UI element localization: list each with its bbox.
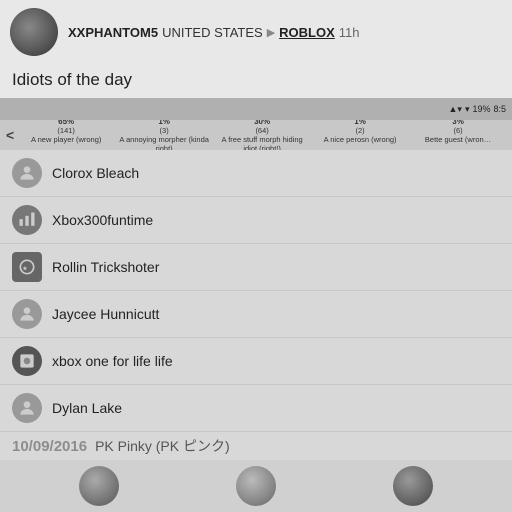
user-name-4: Jaycee Hunnicutt: [52, 306, 159, 322]
poll-count-3: (64): [215, 126, 309, 135]
avatar: [10, 8, 58, 56]
poll-options-bar: 65% (141) A new player (wrong) 1% (3) A …: [18, 120, 506, 150]
list-item[interactable]: xbox one for life life: [0, 338, 512, 385]
poll-count-5: (6): [411, 126, 505, 135]
clock: 8:5: [493, 104, 506, 114]
post-header: XXPHANTOM5 UNITED STATES ▶ ROBLOX 11h: [0, 0, 512, 64]
poll-option-4[interactable]: 1% (2) A nice perosn (wrong): [312, 120, 408, 150]
voters-list: Clorox Bleach Xbox300funtime ★ Rollin Tr…: [0, 150, 512, 432]
wifi-icon: ▾: [465, 104, 470, 115]
user-avatar-3: ★: [12, 252, 42, 282]
poll-navigation: < 65% (141) A new player (wrong) 1% (3) …: [0, 120, 512, 150]
bottom-avatar-2[interactable]: [236, 466, 276, 506]
status-bar: ▲▾ ▾ 19% 8:5: [0, 98, 512, 120]
poll-label-2: A annoying morpher (kinda right): [117, 135, 211, 150]
poll-option-3[interactable]: 30% (64) A free stuff morph hiding idiot…: [214, 120, 310, 150]
back-button[interactable]: <: [6, 127, 14, 143]
user-name-5: xbox one for life life: [52, 353, 173, 369]
bottom-avatar-1[interactable]: [79, 466, 119, 506]
poll-label-1: A new player (wrong): [19, 135, 113, 144]
svg-text:★: ★: [22, 264, 28, 272]
list-item[interactable]: Jaycee Hunnicutt: [0, 291, 512, 338]
user-avatar-6: [12, 393, 42, 423]
poll-label-4: A nice perosn (wrong): [313, 135, 407, 144]
poll-count-2: (3): [117, 126, 211, 135]
user-avatar-2: [12, 205, 42, 235]
user-name-2: Xbox300funtime: [52, 212, 153, 228]
username: XXPHANTOM5: [68, 25, 158, 40]
battery-level: 19%: [472, 104, 490, 114]
location: UNITED STATES: [162, 25, 263, 40]
list-item[interactable]: Clorox Bleach: [0, 150, 512, 197]
header-info: XXPHANTOM5 UNITED STATES ▶ ROBLOX 11h: [68, 25, 360, 40]
poll-option-1[interactable]: 65% (141) A new player (wrong): [18, 120, 114, 150]
poll-option-5[interactable]: 3% (6) Bette guest (wron…: [410, 120, 506, 150]
game-label[interactable]: ROBLOX: [279, 25, 335, 40]
poll-label-5: Bette guest (wron…: [411, 135, 505, 144]
status-icons: ▲▾ ▾ 19% 8:5: [449, 104, 507, 115]
list-item[interactable]: ★ Rollin Trickshoter: [0, 244, 512, 291]
poll-label-3: A free stuff morph hiding idiot (right!): [215, 135, 309, 150]
poll-count-1: (141): [19, 126, 113, 135]
user-name-6: Dylan Lake: [52, 400, 122, 416]
page-title: Idiots of the day: [12, 70, 500, 90]
list-item[interactable]: Xbox300funtime: [0, 197, 512, 244]
user-avatar-5: [12, 346, 42, 376]
user-avatar-1: [12, 158, 42, 188]
list-item[interactable]: Dylan Lake: [0, 385, 512, 432]
user-name-3: Rollin Trickshoter: [52, 259, 159, 275]
user-avatar-4: [12, 299, 42, 329]
title-bar: Idiots of the day: [0, 64, 512, 98]
date-photo-row: 10/09/2016 PK Pinky (PK ピンク): [0, 432, 512, 460]
bottom-avatar-3[interactable]: [393, 466, 433, 506]
bottom-user-row: [0, 460, 512, 512]
poll-count-4: (2): [313, 126, 407, 135]
poll-option-2[interactable]: 1% (3) A annoying morpher (kinda right): [116, 120, 212, 150]
signal-icon: ▲▾: [449, 104, 462, 115]
post-time: 11h: [339, 25, 360, 40]
arrow-icon: ▶: [267, 26, 275, 39]
photo-caption: PK Pinky (PK ピンク): [95, 436, 230, 456]
user-name-1: Clorox Bleach: [52, 165, 139, 181]
post-date: 10/09/2016: [12, 438, 87, 455]
